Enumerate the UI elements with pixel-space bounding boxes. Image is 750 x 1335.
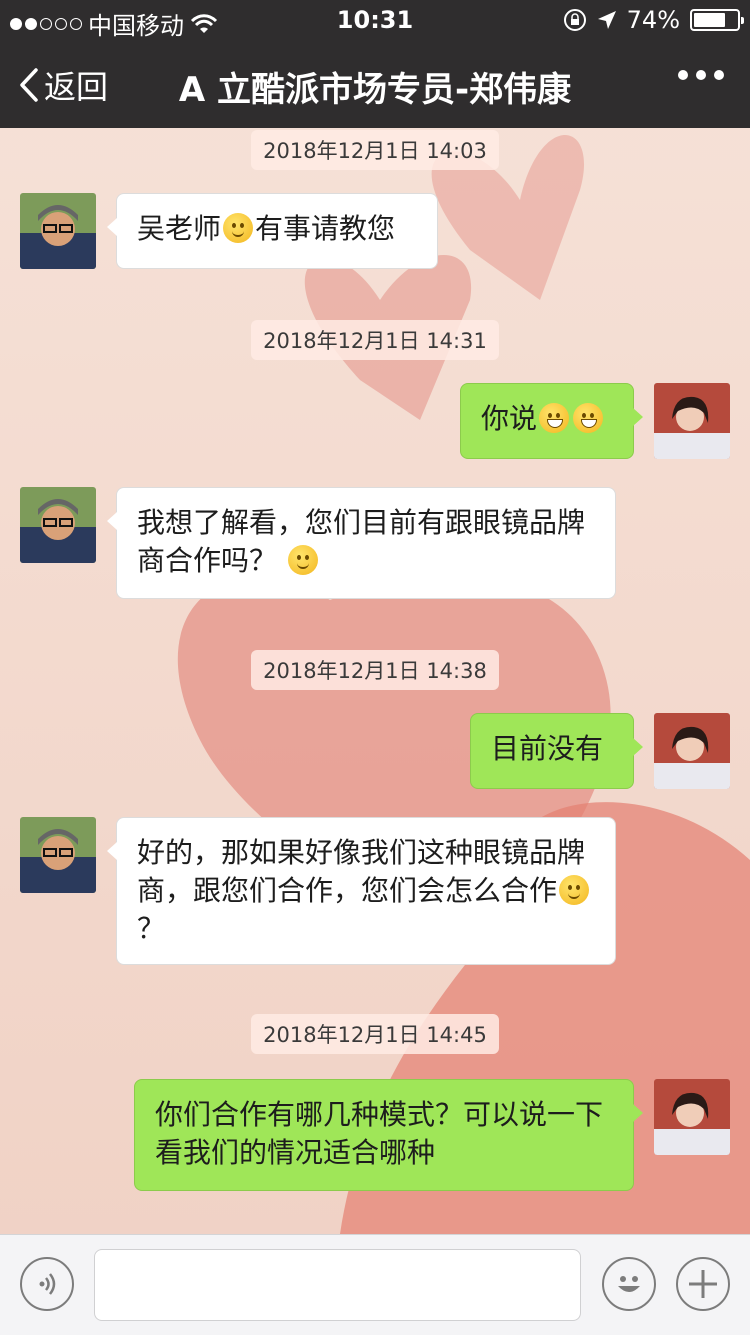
emoji-button[interactable] xyxy=(602,1257,656,1311)
timestamp: 2018年12月1日 14:31 xyxy=(0,320,750,360)
contact-avatar[interactable] xyxy=(20,193,96,269)
voice-input-button[interactable] xyxy=(20,1257,74,1311)
message-bubble-incoming[interactable]: 我想了解看，您们目前有跟眼镜品牌商合作吗？ xyxy=(107,487,616,599)
lock-rotation-icon xyxy=(563,9,586,31)
user-avatar[interactable] xyxy=(654,713,730,789)
smile-emoji-icon xyxy=(223,213,254,243)
message-list[interactable]: 2018年12月1日 14:03 吴老师 有事请教您 2018年12月1日 14:… xyxy=(0,128,750,1234)
status-right: 74% xyxy=(563,6,744,34)
message-input[interactable] xyxy=(94,1249,581,1321)
message-bubble-incoming[interactable]: 好的，那如果好像我们这种眼镜品牌商，跟您们合作，您们会怎么合作？ xyxy=(107,817,616,965)
contact-avatar[interactable] xyxy=(20,487,96,563)
grin-emoji-icon xyxy=(573,403,604,433)
voice-icon xyxy=(39,1273,56,1295)
input-bar xyxy=(0,1234,750,1335)
grin-emoji-icon xyxy=(539,403,570,433)
message-bubble-outgoing[interactable]: 目前没有 xyxy=(470,713,643,789)
battery-percent: 74% xyxy=(626,6,680,34)
battery-icon xyxy=(690,9,744,31)
message-bubble-outgoing[interactable]: 你们合作有哪几种模式？可以说一下 看我们的情况适合哪种 xyxy=(134,1079,643,1191)
contact-avatar[interactable] xyxy=(20,817,96,893)
timestamp: 2018年12月1日 14:38 xyxy=(0,650,750,690)
more-actions-button[interactable] xyxy=(676,1257,730,1311)
chat-title: A 立酷派市场专员-郑伟康 xyxy=(178,70,572,110)
user-avatar[interactable] xyxy=(654,383,730,459)
timestamp: 2018年12月1日 14:03 xyxy=(0,130,750,170)
more-icon[interactable] xyxy=(678,70,724,80)
message-bubble-outgoing[interactable]: 你说 xyxy=(460,383,643,459)
emoji-icon xyxy=(618,1276,640,1292)
user-avatar[interactable] xyxy=(654,1079,730,1155)
smile-emoji-icon xyxy=(559,875,590,905)
plus-icon xyxy=(689,1270,717,1298)
status-bar: 中国移动 10:31 74% xyxy=(0,0,750,40)
timestamp: 2018年12月1日 14:45 xyxy=(0,1014,750,1054)
smile-emoji-icon xyxy=(287,545,318,575)
message-bubble-incoming[interactable]: 吴老师 有事请教您 xyxy=(107,193,438,269)
location-icon xyxy=(597,11,616,29)
nav-bar: 返回 A 立酷派市场专员-郑伟康 xyxy=(0,40,750,128)
